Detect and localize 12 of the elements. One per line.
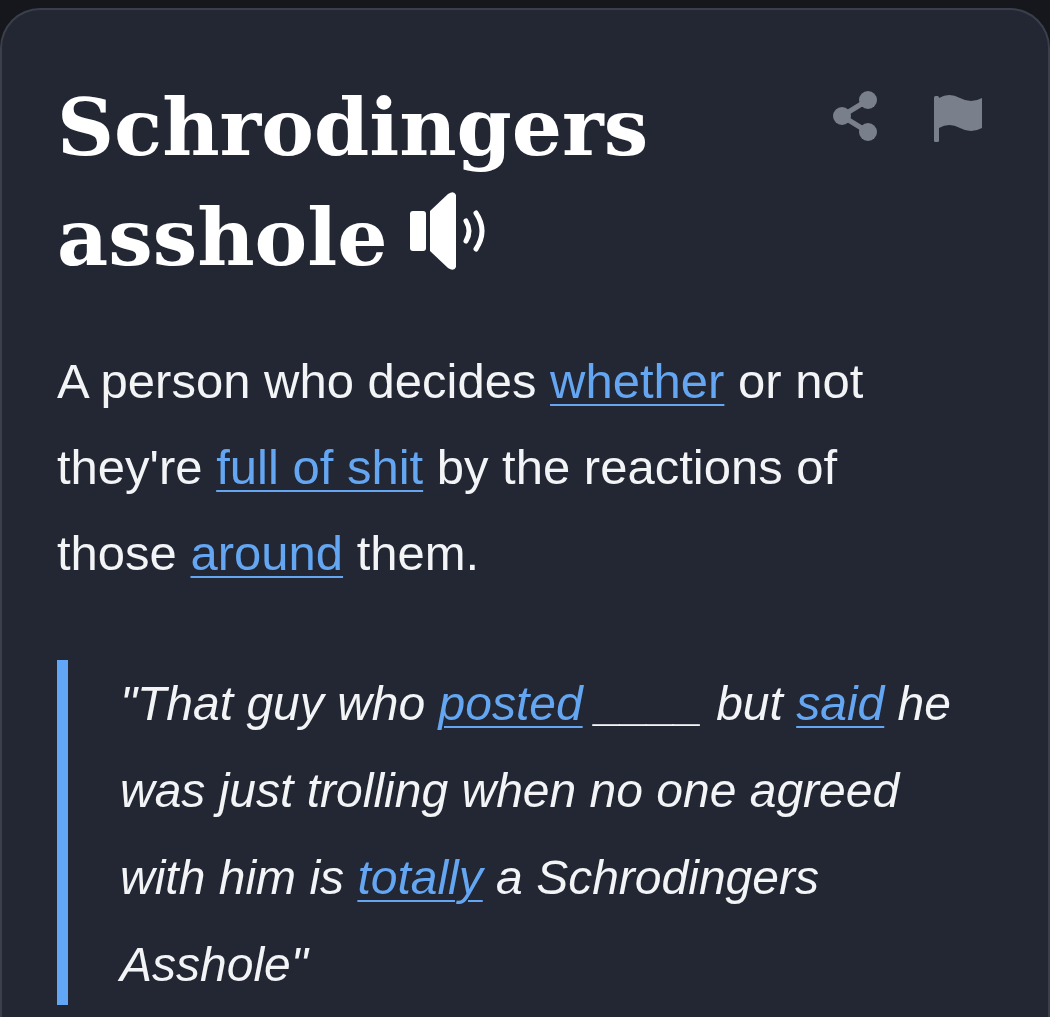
share-icon[interactable] [832, 90, 878, 142]
word-title: Schrodingers [57, 80, 649, 176]
definition-link[interactable]: whether [550, 354, 725, 408]
example-link[interactable]: totally [357, 851, 483, 904]
definition-link[interactable]: around [190, 526, 344, 580]
example-link[interactable]: posted [438, 677, 583, 730]
definition-link[interactable]: full of shit [216, 440, 424, 494]
example-link[interactable]: said [796, 677, 885, 730]
word-title: asshole [57, 190, 388, 286]
example-text: "That guy who posted ____ but said he was just trolling when no one agreed with him is totally a Schrodingers Asshole" [117, 676, 952, 993]
definition-text: A person who decides whether or not they're full of shit by the reactions of those around them. [57, 353, 865, 582]
flag-icon[interactable] [934, 94, 982, 142]
